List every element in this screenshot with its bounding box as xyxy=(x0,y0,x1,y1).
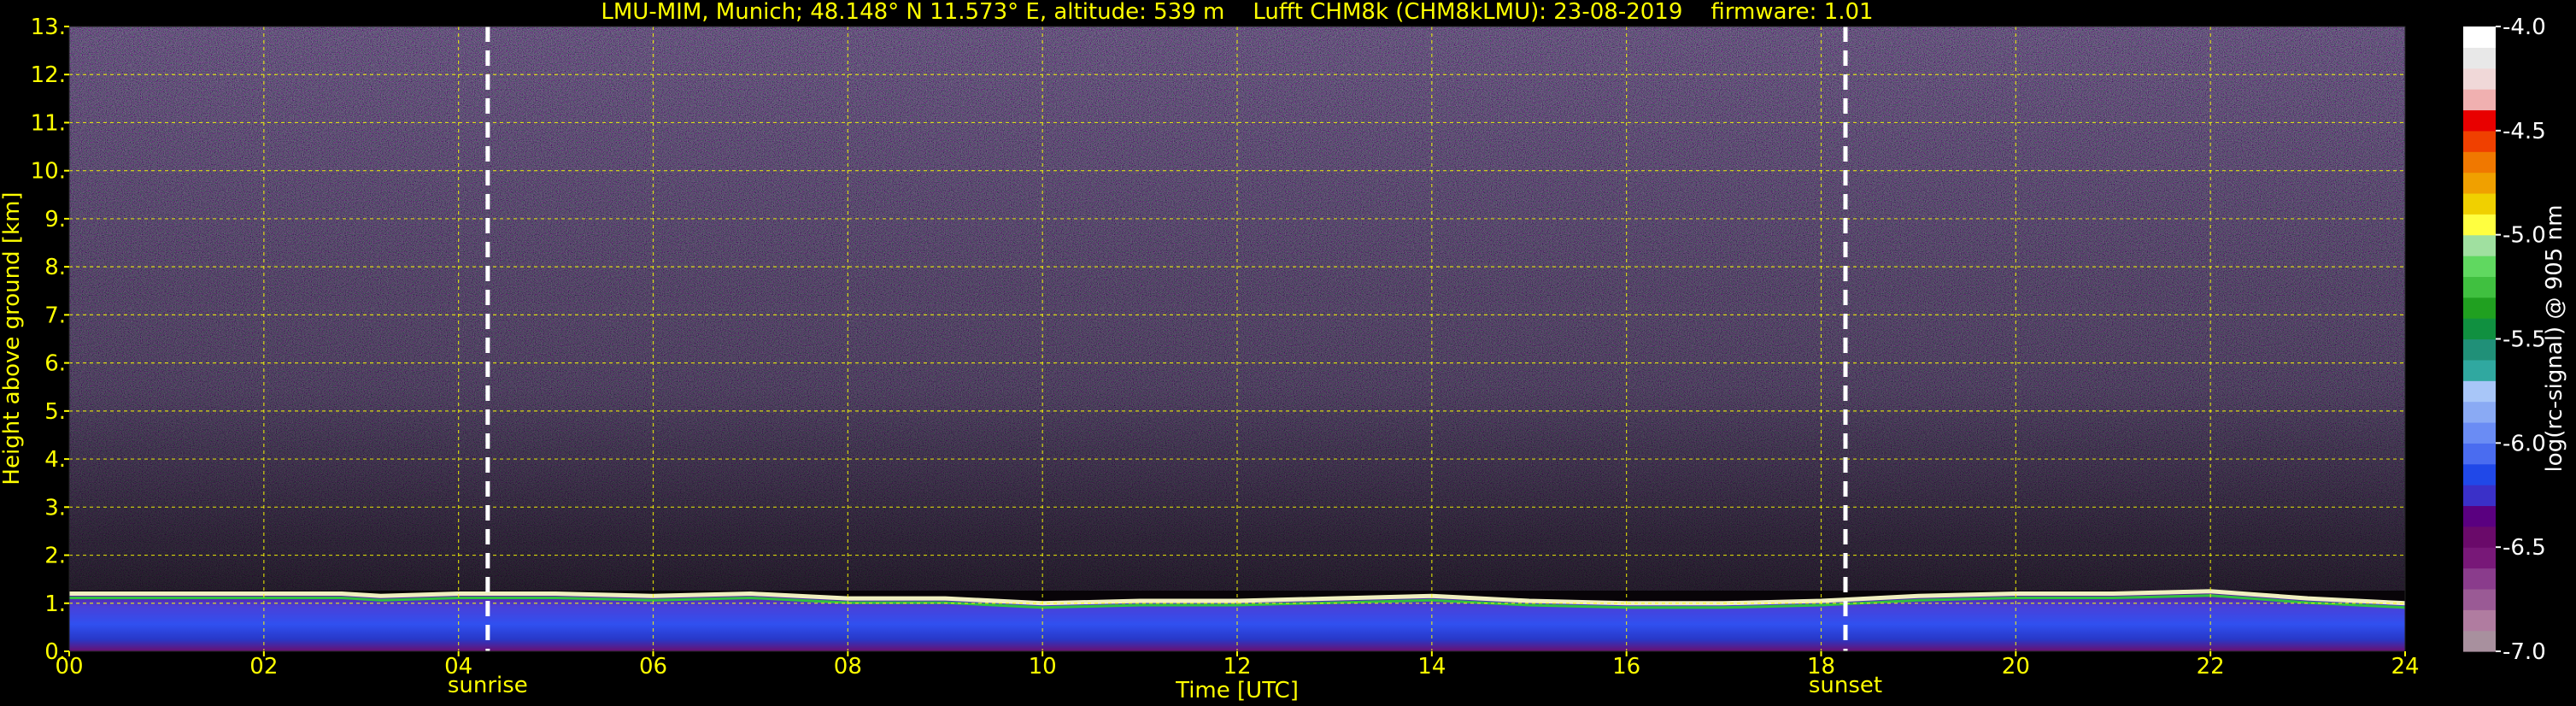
x-tick-label: 14 xyxy=(1417,654,1446,680)
colorbar-segment xyxy=(2463,47,2496,69)
x-tick-label: 18 xyxy=(1807,654,1835,680)
x-tick-label: 24 xyxy=(2391,654,2419,680)
colorbar-tick-label: -4.5 xyxy=(2503,119,2546,144)
colorbar-tick-label: -5.5 xyxy=(2503,327,2546,353)
y-axis-label: Height above ground [km] xyxy=(0,191,25,485)
y-tick-label: 13. xyxy=(31,15,66,40)
colorbar-segment xyxy=(2463,234,2496,256)
colorbar-segment xyxy=(2463,401,2496,423)
x-axis-label: Time [UTC] xyxy=(1175,678,1299,703)
colorbar-segment xyxy=(2463,568,2496,590)
colorbar-tick-label: -6.0 xyxy=(2503,431,2546,456)
x-tick-label: 20 xyxy=(2002,654,2030,680)
x-tick-label: 16 xyxy=(1612,654,1640,680)
colorbar-segment xyxy=(2463,485,2496,507)
x-tick-label: 08 xyxy=(834,654,862,680)
x-axis-ticks: 00 02 04 06 08 10 12 14 16 18 20 22 24 xyxy=(55,651,2420,680)
colorbar-tick-label: -7.0 xyxy=(2503,639,2546,665)
y-tick-label: 11. xyxy=(31,110,66,136)
y-tick-label: 7. xyxy=(44,303,66,328)
y-tick-label: 3. xyxy=(44,495,66,521)
y-tick-label: 2. xyxy=(44,544,66,569)
colorbar-segment xyxy=(2463,68,2496,90)
colorbar-segment xyxy=(2463,526,2496,548)
colorbar-segment xyxy=(2463,547,2496,569)
colorbar-segment xyxy=(2463,338,2496,361)
y-tick-label: 4. xyxy=(44,447,66,473)
chart-title: LMU-MIM, Munich; 48.148° N 11.573° E, al… xyxy=(601,0,1873,25)
y-tick-label: 12. xyxy=(31,62,66,88)
colorbar-tick-label: -6.5 xyxy=(2503,535,2546,561)
y-tick-label: 1. xyxy=(44,591,66,617)
colorbar-segment xyxy=(2463,109,2496,132)
colorbar-label: log(rc-signal) @ 905 nm xyxy=(2542,205,2567,473)
colorbar-segment xyxy=(2463,89,2496,111)
x-tick-label: 10 xyxy=(1029,654,1057,680)
y-tick-label: 6. xyxy=(44,351,66,377)
colorbar-segment xyxy=(2463,26,2496,48)
colorbar xyxy=(2463,26,2496,652)
y-tick-label: 5. xyxy=(44,399,66,425)
colorbar-segment xyxy=(2463,151,2496,174)
colorbar-tick-label: -4.0 xyxy=(2503,15,2546,40)
colorbar-segment xyxy=(2463,276,2496,298)
y-tick-label: 0. xyxy=(44,639,66,665)
colorbar-segment xyxy=(2463,380,2496,403)
colorbar-segment xyxy=(2463,130,2496,152)
ceilometer-chart: sunrise sunset 00 02 04 06 08 10 12 14 16 18 20 22 24… xyxy=(0,0,2567,703)
x-tick-label: 06 xyxy=(639,654,667,680)
colorbar-segment xyxy=(2463,192,2496,215)
colorbar-segment xyxy=(2463,505,2496,527)
colorbar-segment xyxy=(2463,421,2496,444)
colorbar-segment xyxy=(2463,630,2496,652)
colorbar-segment xyxy=(2463,297,2496,319)
colorbar-ticks: -4.0 -4.5 -5.0 -5.5 -6.0 -6.5 -7.0 xyxy=(2496,15,2546,665)
colorbar-segment xyxy=(2463,359,2496,381)
colorbar-segment xyxy=(2463,463,2496,485)
colorbar-segment xyxy=(2463,172,2496,194)
colorbar-segment xyxy=(2463,443,2496,465)
x-tick-label: 22 xyxy=(2197,654,2225,680)
y-axis-ticks: 0. 1. 2. 3. 4. 5. 6. 7. 8. 9. 10. 11. 12. 13. xyxy=(31,15,69,665)
x-tick-label: 12 xyxy=(1223,654,1251,680)
colorbar-segment xyxy=(2463,214,2496,236)
colorbar-segment xyxy=(2463,609,2496,632)
y-tick-label: 8. xyxy=(44,255,66,280)
y-tick-label: 9. xyxy=(44,207,66,232)
y-tick-label: 10. xyxy=(31,159,66,185)
colorbar-segment xyxy=(2463,318,2496,340)
x-tick-label: 04 xyxy=(444,654,472,680)
x-tick-label: 02 xyxy=(249,654,278,680)
colorbar-segment xyxy=(2463,588,2496,610)
colorbar-tick-label: -5.0 xyxy=(2503,223,2546,249)
colorbar-segment xyxy=(2463,256,2496,277)
